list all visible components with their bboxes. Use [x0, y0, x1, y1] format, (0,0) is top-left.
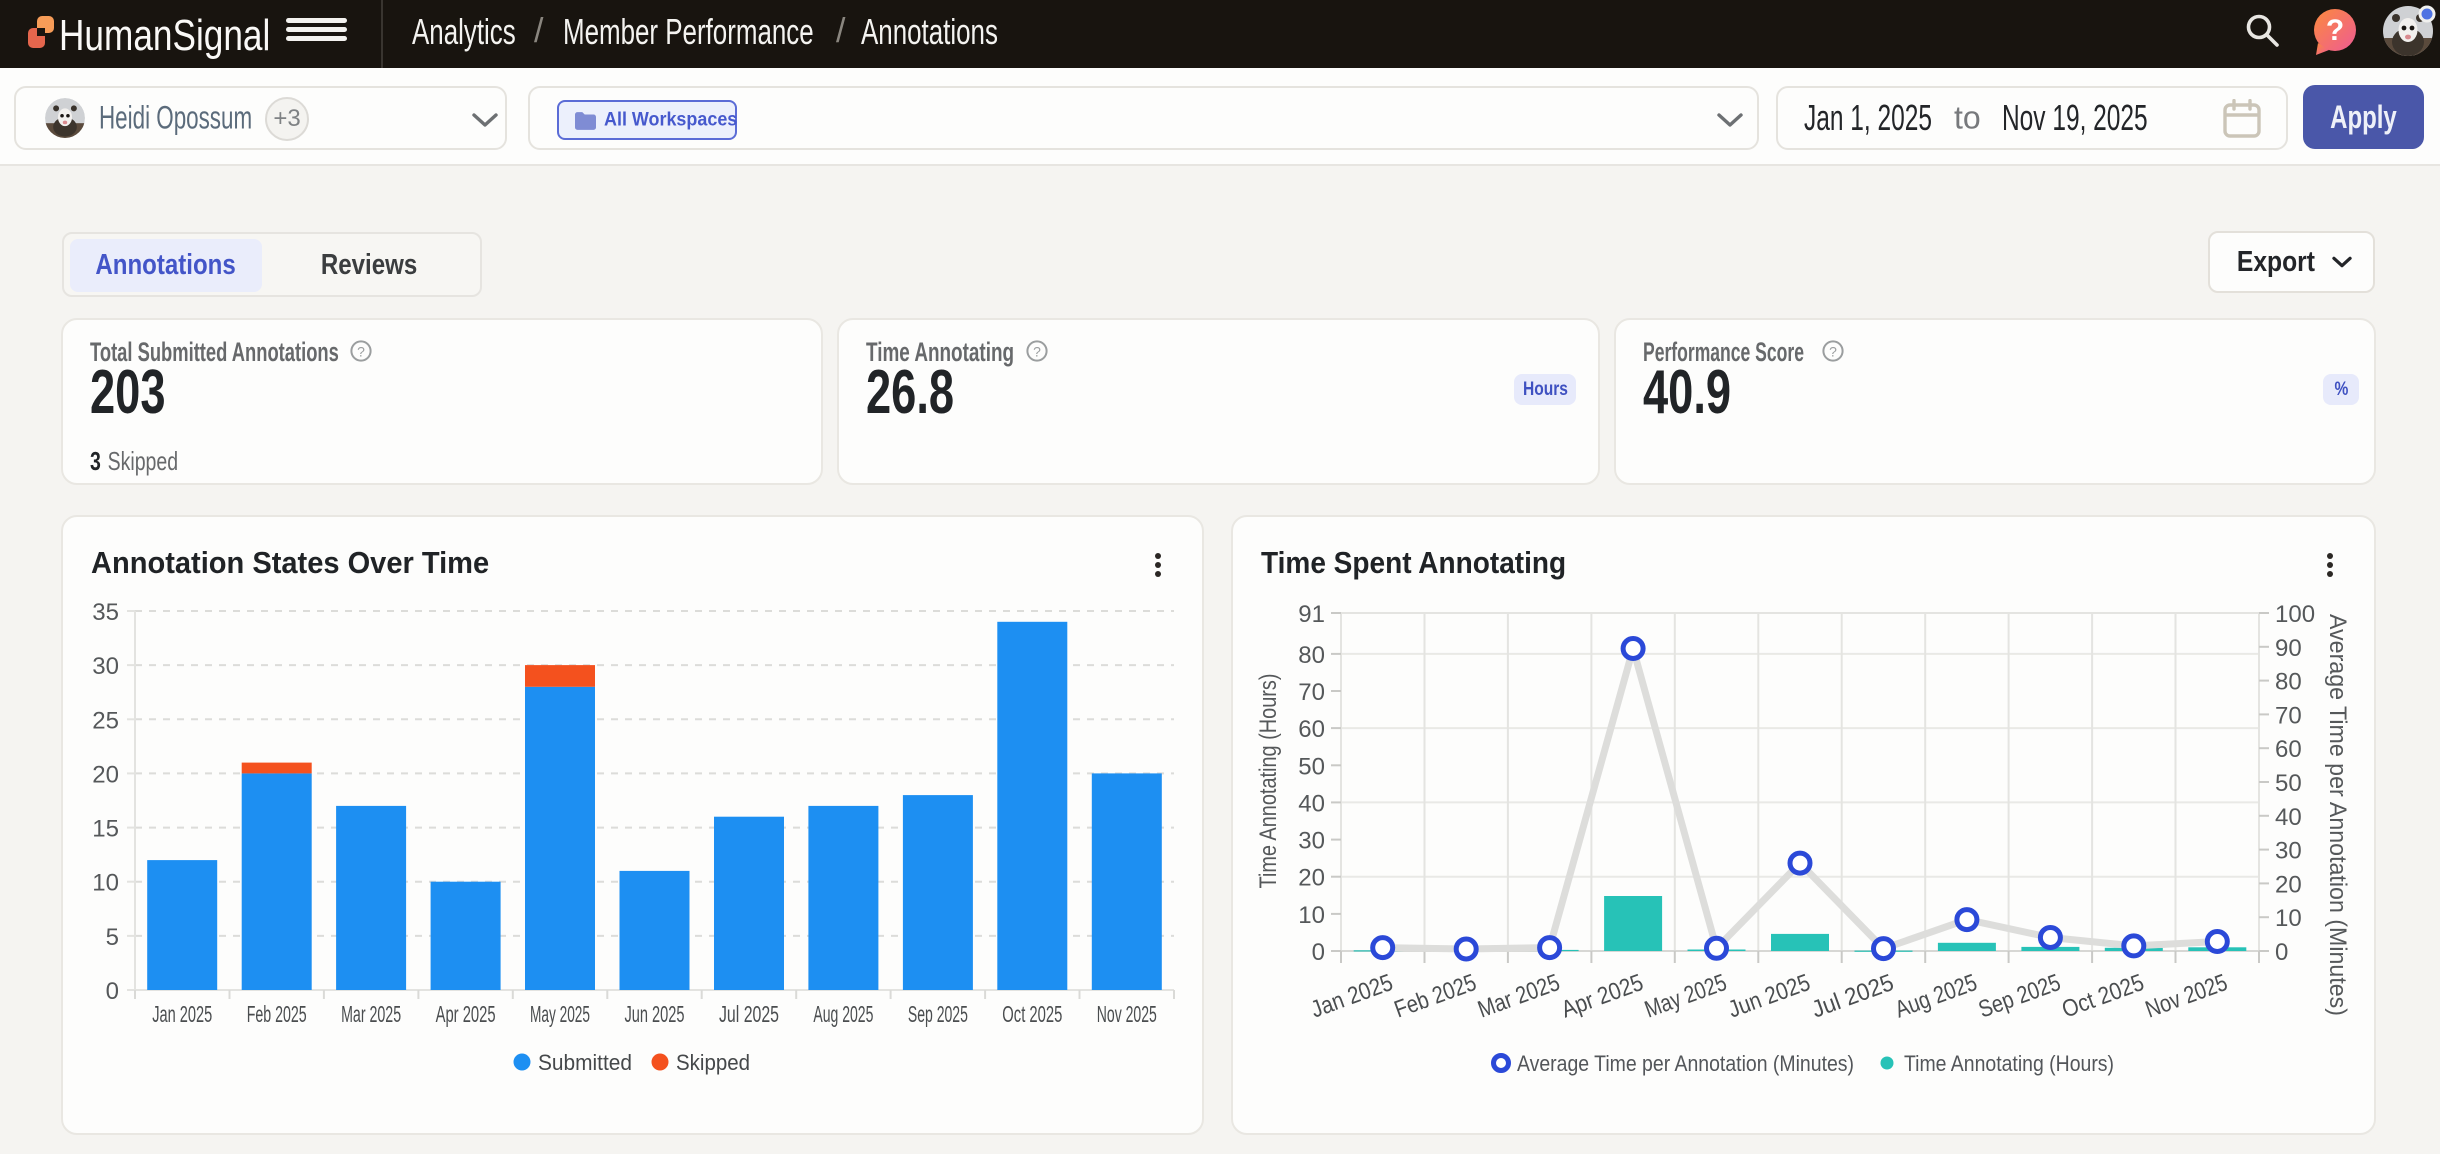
- svg-text:Jan 2025: Jan 2025: [1307, 969, 1396, 1023]
- svg-text:20: 20: [1298, 865, 1325, 892]
- svg-text:5: 5: [106, 924, 119, 951]
- svg-text:Jun 2025: Jun 2025: [1725, 969, 1814, 1023]
- svg-text:20: 20: [92, 761, 119, 788]
- svg-text:Sep 2025: Sep 2025: [1975, 969, 2064, 1023]
- svg-text:?: ?: [357, 344, 365, 360]
- svg-text:Feb 2025: Feb 2025: [247, 1001, 307, 1027]
- svg-text:0: 0: [106, 978, 119, 1005]
- svg-text:100: 100: [2275, 601, 2315, 628]
- svg-text:70: 70: [2275, 702, 2302, 729]
- svg-text:May 2025: May 2025: [1641, 969, 1730, 1023]
- svg-text:Apr 2025: Apr 2025: [1558, 969, 1647, 1023]
- svg-text:Jul 2025: Jul 2025: [719, 1001, 779, 1027]
- svg-text:90: 90: [2275, 635, 2302, 662]
- svg-text:Mar 2025: Mar 2025: [341, 1001, 401, 1027]
- svg-text:50: 50: [1298, 753, 1325, 780]
- svg-text:Jan 2025: Jan 2025: [152, 1001, 212, 1027]
- svg-text:Submitted: Submitted: [538, 1050, 632, 1075]
- svg-text:91: 91: [1298, 601, 1325, 628]
- svg-text:30: 30: [2275, 838, 2302, 865]
- svg-text:?: ?: [1829, 344, 1837, 360]
- svg-text:20: 20: [2275, 871, 2302, 898]
- svg-text:Oct 2025: Oct 2025: [1002, 1001, 1062, 1027]
- svg-text:Average Time per Annotation (M: Average Time per Annotation (Minutes): [1517, 1051, 1854, 1076]
- svg-text:15: 15: [92, 816, 119, 843]
- svg-text:Mar 2025: Mar 2025: [1474, 969, 1563, 1023]
- svg-text:Nov 2025: Nov 2025: [1097, 1001, 1157, 1027]
- svg-text:10: 10: [1298, 902, 1325, 929]
- svg-text:Sep 2025: Sep 2025: [908, 1001, 968, 1027]
- svg-text:25: 25: [92, 707, 119, 734]
- svg-text:0: 0: [1312, 939, 1325, 966]
- svg-text:Feb 2025: Feb 2025: [1391, 969, 1480, 1023]
- svg-text:Jul 2025: Jul 2025: [1808, 969, 1897, 1023]
- svg-text:Skipped: Skipped: [676, 1050, 750, 1075]
- svg-text:60: 60: [1298, 716, 1325, 743]
- svg-text:30: 30: [92, 653, 119, 680]
- svg-text:80: 80: [1298, 642, 1325, 669]
- svg-text:Aug 2025: Aug 2025: [1892, 969, 1981, 1023]
- svg-text:80: 80: [2275, 669, 2302, 696]
- svg-text:0: 0: [2275, 939, 2288, 966]
- svg-text:Jun 2025: Jun 2025: [625, 1001, 685, 1027]
- svg-text:10: 10: [92, 870, 119, 897]
- svg-text:May 2025: May 2025: [530, 1001, 590, 1027]
- svg-text:Nov 2025: Nov 2025: [2142, 969, 2231, 1023]
- svg-text:?: ?: [1033, 344, 1041, 360]
- svg-text:10: 10: [2275, 905, 2302, 932]
- svg-text:40: 40: [2275, 804, 2302, 831]
- svg-text:30: 30: [1298, 828, 1325, 855]
- svg-text:60: 60: [2275, 736, 2302, 763]
- svg-text:Average Time per Annotation (M: Average Time per Annotation (Minutes): [2324, 614, 2351, 1016]
- svg-text:70: 70: [1298, 679, 1325, 706]
- svg-text:Aug 2025: Aug 2025: [813, 1001, 873, 1027]
- svg-text:50: 50: [2275, 770, 2302, 797]
- svg-text:40: 40: [1298, 790, 1325, 817]
- svg-text:Oct 2025: Oct 2025: [2058, 969, 2147, 1023]
- svg-text:35: 35: [92, 599, 119, 626]
- svg-text:?: ?: [2326, 14, 2344, 47]
- svg-text:Apr 2025: Apr 2025: [436, 1001, 496, 1027]
- svg-text:Time Annotating (Hours): Time Annotating (Hours): [1904, 1051, 2114, 1076]
- svg-text:Time Annotating (Hours): Time Annotating (Hours): [1255, 674, 1282, 889]
